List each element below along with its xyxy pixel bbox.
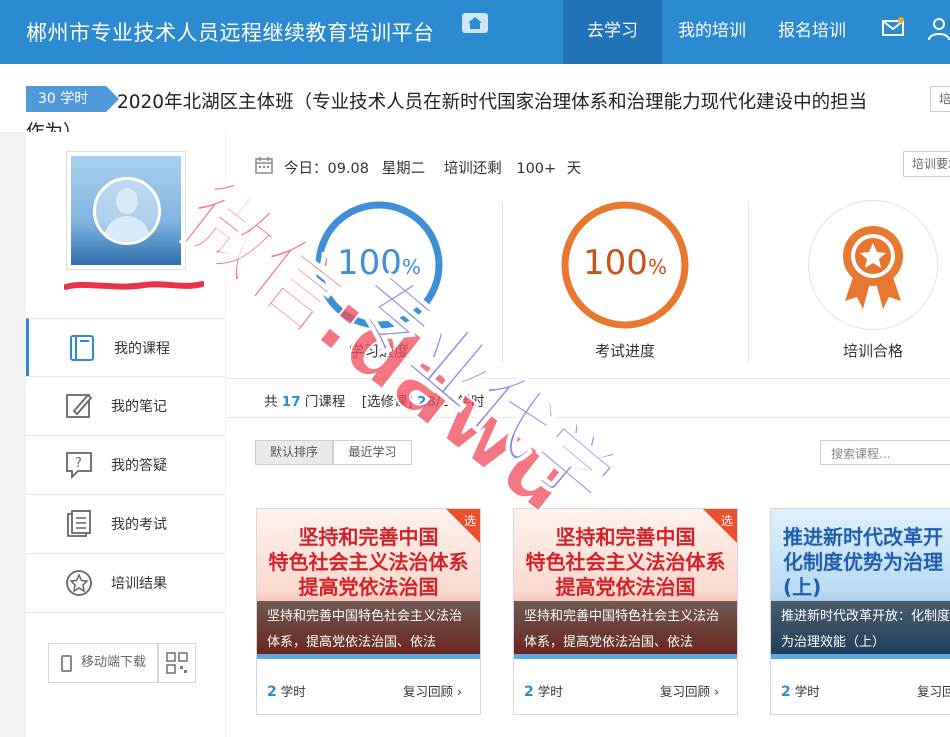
remaining-value: 100+ [516,161,557,177]
award-ribbon-icon [843,226,903,309]
nav-enroll-training[interactable]: 报名培训 [762,0,862,64]
course-card[interactable]: 坚持和完善中国 特色社会主义法治体系 提高党依法治国 坚持和完善中国特色社会主义… [256,508,481,715]
elective-badge: 选 [463,514,476,528]
course-hours-unit: 学时 [537,684,563,699]
training-info-button[interactable]: 培 [930,86,950,112]
review-label: 复习回 [917,684,950,699]
elective-hours-value: 28 [417,394,436,410]
training-result-label: 培训合格 [842,342,903,360]
nav-my-training[interactable]: 我的培训 [662,0,762,64]
review-link[interactable]: 复习回 [917,681,950,700]
question-icon: ? [66,452,92,480]
site-logo-text[interactable]: 郴州市专业技术人员远程继续教育培训平台 [26,17,435,47]
sidebar-item-my-courses[interactable]: 我的课程 [26,318,225,376]
exam-progress-value: 100% [583,243,667,283]
course-progress-bar [257,654,480,659]
sidebar-item-label: 我的考试 [111,517,167,533]
notification-dot [898,17,904,23]
course-hours-value: 2 [781,684,791,700]
count-prefix: 共 [264,394,278,410]
today-info: 今日：09.08 星期二 培训还剩 100+ 天 [284,157,581,178]
review-label: 复习回顾 [403,684,454,699]
sidebar-item-label: 我的课程 [114,341,170,357]
sort-default-button[interactable]: 默认排序 [255,440,333,465]
course-hours: 2 学时 [267,681,306,700]
course-hours-unit: 学时 [794,684,820,699]
sidebar-item-label: 我的答疑 [111,458,167,474]
chevron-right-icon: › [457,684,462,699]
sidebar-item-label: 培训结果 [111,576,167,592]
course-card[interactable]: 推进新时代改革开 化制度优势为治理 (上) 推进新时代改革开放：化制度优势为治理… [770,508,950,715]
study-progress-label: 学习进度 [348,342,409,360]
home-icon[interactable] [462,13,488,33]
course-hours-unit: 学时 [280,684,306,699]
user-avatar-icon [93,177,161,245]
star-badge-icon [66,570,92,596]
sort-recent-button[interactable]: 最近学习 [333,440,412,465]
elective-hours-total: /28学时 [435,394,485,410]
course-title: 2020年北湖区主体班（专业技术人员在新时代国家治理体系和治理能力现代化建设中的… [117,92,868,113]
course-name[interactable]: 坚持和完善中国特色社会主义法治体系，提高党依法治国、依法 [514,601,737,659]
course-hours-value: 2 [524,684,534,700]
remaining-label: 培训还剩 [443,161,502,177]
elective-label[interactable]: [选修课] [362,394,413,410]
calendar-icon [255,157,273,174]
course-count-value: 17 [281,394,301,410]
sidebar-item-my-notes[interactable]: 我的笔记 [26,376,225,434]
course-thumbnail[interactable]: 推进新时代改革开 化制度优势为治理 (上) 推进新时代改革开放：化制度优势为治理… [771,509,950,659]
sidebar-item-my-qa[interactable]: ? 我的答疑 [26,435,225,493]
sidebar-item-my-exams[interactable]: 我的考试 [26,494,225,552]
review-link[interactable]: 复习回顾 › [403,681,462,700]
course-hours: 2 学时 [781,681,820,700]
remaining-unit: 天 [566,161,582,177]
redacted-name-scribble [64,281,204,290]
book-icon [70,335,94,361]
study-progress-value: 100% [337,243,421,283]
course-hours-value: 2 [267,684,277,700]
qr-code-button[interactable] [158,643,196,683]
svg-text:?: ? [75,456,82,471]
sidebar-divider [26,612,225,613]
sidebar-item-training-results[interactable]: 培训结果 [26,553,225,611]
hours-tag: 30 学时 [26,86,119,112]
qr-code-icon [166,652,188,674]
review-link[interactable]: 复习回顾 › [660,681,719,700]
today-date: 今日：09.08 [284,161,370,177]
user-icon[interactable] [928,17,950,41]
course-name[interactable]: 坚持和完善中国特色社会主义法治体系，提高党依法治国、依法 [257,601,480,659]
edit-icon [66,393,93,418]
course-card[interactable]: 坚持和完善中国 特色社会主义法治体系 提高党依法治国 坚持和完善中国特色社会主义… [513,508,738,715]
mobile-download-button[interactable]: 移动端下载 [48,643,158,683]
course-name[interactable]: 推进新时代改革开放：化制度优势为治理效能（上） [771,601,950,659]
course-poster-text: 推进新时代改革开 化制度优势为治理 (上) [783,525,943,599]
review-label: 复习回顾 [660,684,711,699]
elective-badge: 选 [720,514,733,528]
mobile-download-label: 移动端下载 [81,655,147,670]
course-progress-bar [514,654,737,659]
course-progress-bar [771,654,950,659]
course-count: 共 17 门课程 [选修课] 28/28学时 [264,390,485,410]
stat-divider [748,202,749,362]
exam-progress-label: 考试进度 [594,342,655,360]
exam-icon [67,510,91,537]
course-search-input[interactable]: 搜索课程... [820,440,950,465]
training-result-badge [808,200,938,330]
phone-icon [61,655,72,672]
avatar[interactable] [66,151,186,270]
stat-divider [502,202,503,362]
top-header: 郴州市专业技术人员远程继续教育培训平台 去学习 我的培训 报名培训 [0,0,950,64]
course-hours: 2 学时 [524,681,563,700]
chevron-right-icon: › [714,684,719,699]
course-thumbnail[interactable]: 坚持和完善中国 特色社会主义法治体系 提高党依法治国 坚持和完善中国特色社会主义… [514,509,737,659]
sidebar-item-label: 我的笔记 [111,399,167,415]
nav-go-study[interactable]: 去学习 [563,0,662,64]
course-count-unit: 门课程 [304,394,346,410]
course-thumbnail[interactable]: 坚持和完善中国 特色社会主义法治体系 提高党依法治国 坚持和完善中国特色社会主义… [257,509,480,659]
today-weekday: 星期二 [381,161,426,177]
training-requirements-button[interactable]: 培训要求 [903,151,950,177]
